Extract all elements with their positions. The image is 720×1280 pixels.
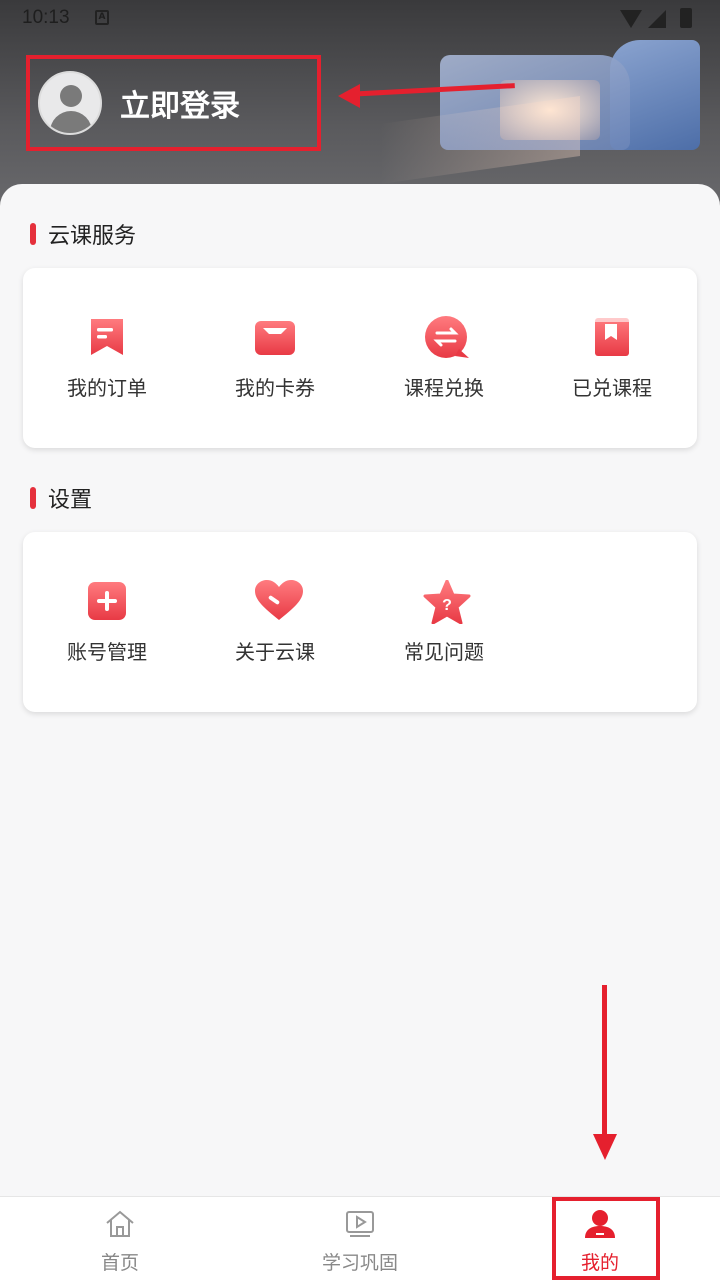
account-icon — [86, 580, 128, 622]
redeemed-courses-button[interactable]: 已兑课程 — [528, 316, 696, 401]
home-icon — [106, 1210, 134, 1237]
avatar-icon[interactable] — [38, 71, 102, 135]
faq-button[interactable]: ? 常见问题 — [360, 579, 528, 665]
my-orders-button[interactable]: 我的订单 — [23, 316, 191, 401]
tab-home-label: 首页 — [100, 1252, 139, 1274]
annotation-arrow-line — [602, 985, 607, 1135]
main-content: 云课服务 我的订单 我的卡券 课程兑换 已兑课程 设置 账号管理 关于云课 ? … — [0, 184, 720, 1196]
about-label: 关于云课 — [235, 640, 315, 664]
tab-home[interactable]: 首页 — [0, 1209, 240, 1275]
header-illustration-light — [380, 95, 580, 185]
status-time: 10:13 — [22, 7, 70, 28]
exchange-icon — [423, 316, 469, 358]
faq-label: 常见问题 — [404, 640, 484, 664]
login-label[interactable]: 立即登录 — [120, 81, 240, 125]
coupon-icon — [254, 316, 296, 358]
heart-icon — [254, 580, 303, 622]
battery-icon — [680, 8, 692, 28]
wifi-icon — [620, 10, 642, 28]
section-title-service: 云课服务 — [30, 218, 136, 250]
faq-star-icon: ? — [423, 579, 471, 625]
annotation-arrow-head — [593, 1134, 617, 1160]
about-button[interactable]: 关于云课 — [191, 580, 359, 665]
svg-text:?: ? — [442, 597, 452, 614]
redeemed-courses-label: 已兑课程 — [572, 376, 652, 400]
my-orders-label: 我的订单 — [67, 376, 147, 400]
tab-study-label: 学习巩固 — [321, 1252, 398, 1274]
account-management-button[interactable]: 账号管理 — [23, 580, 191, 665]
tab-study[interactable]: 学习巩固 — [240, 1209, 480, 1275]
keyboard-a-icon: A — [95, 10, 109, 25]
video-icon — [346, 1211, 374, 1237]
annotation-highlight-box — [552, 1197, 660, 1280]
my-coupons-label: 我的卡券 — [235, 376, 315, 400]
status-bar: 10:13 A — [0, 0, 720, 36]
section-title-settings: 设置 — [30, 482, 92, 514]
service-card: 我的订单 我的卡券 课程兑换 已兑课程 — [23, 268, 697, 448]
redeemed-course-icon — [591, 316, 633, 358]
signal-icon — [648, 10, 666, 28]
annotation-arrow-head — [338, 84, 360, 108]
course-exchange-label: 课程兑换 — [404, 376, 484, 400]
order-icon — [86, 316, 128, 358]
course-exchange-button[interactable]: 课程兑换 — [360, 316, 528, 401]
settings-card: 账号管理 关于云课 ? 常见问题 — [23, 532, 697, 712]
account-management-label: 账号管理 — [67, 640, 147, 664]
login-button[interactable]: 立即登录 — [26, 55, 321, 151]
my-coupons-button[interactable]: 我的卡券 — [191, 316, 359, 401]
